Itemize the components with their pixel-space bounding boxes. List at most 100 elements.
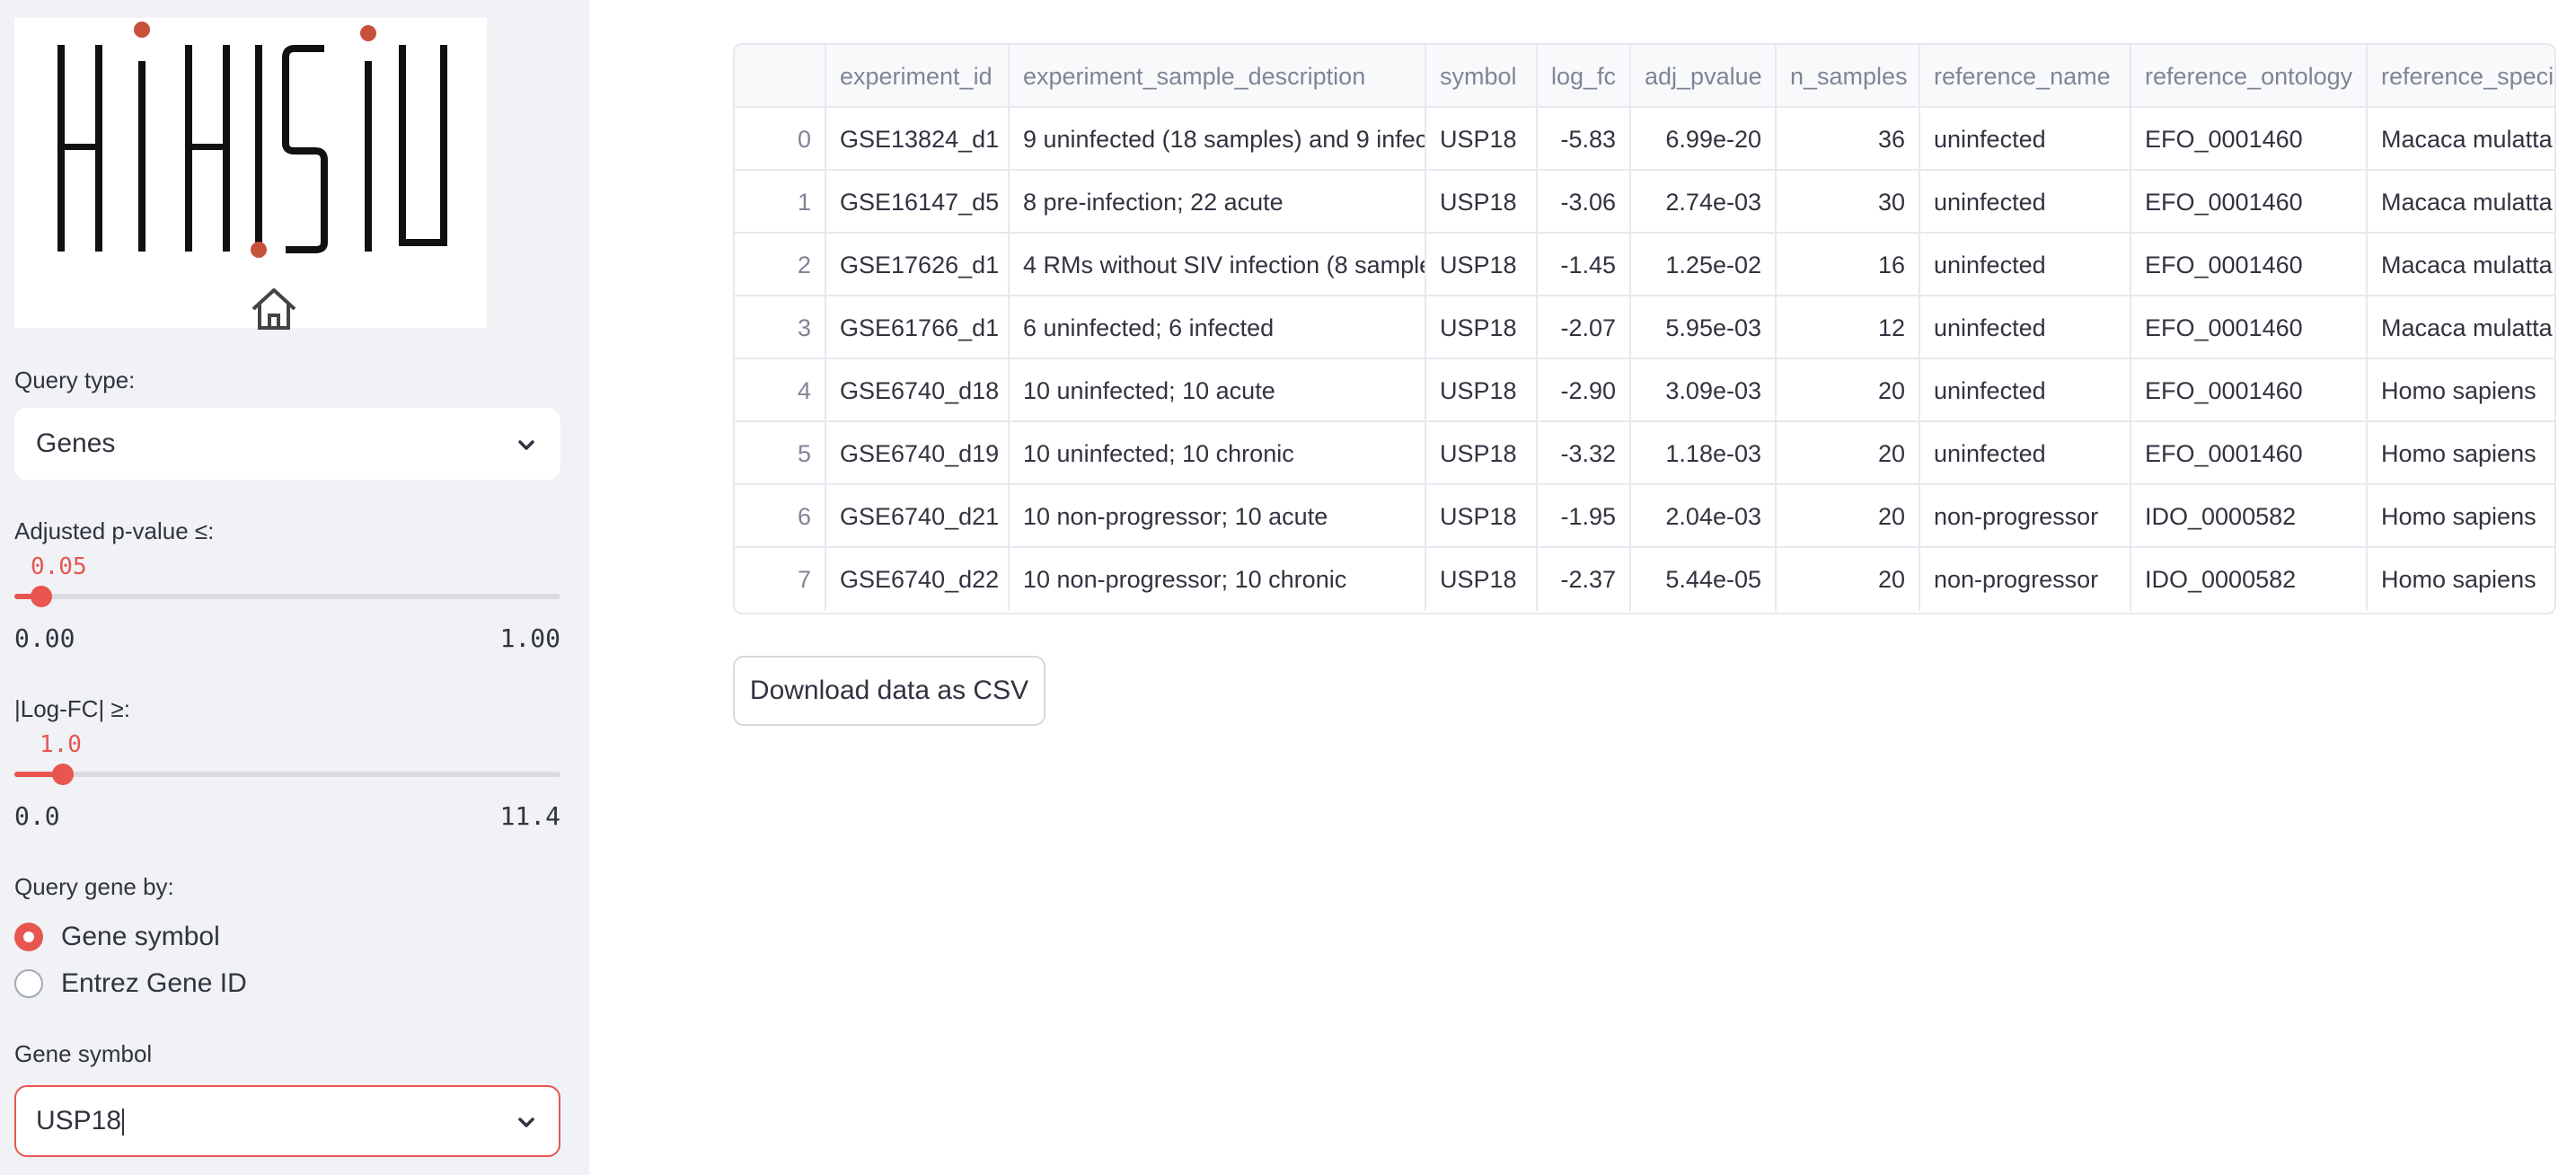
logfc-thumb[interactable]	[52, 764, 74, 785]
table-cell: 20	[1777, 485, 1920, 548]
download-csv-button[interactable]: Download data as CSV	[733, 656, 1045, 726]
table-cell: USP18	[1426, 359, 1538, 422]
table-cell: -3.06	[1538, 171, 1631, 234]
table-cell: Macaca mulatta	[2381, 314, 2553, 341]
table-cell: -1.95	[1538, 485, 1631, 548]
radio-gene-symbol[interactable]: Gene symbol	[14, 922, 220, 952]
column-header[interactable]: symbol	[1426, 45, 1538, 108]
pvalue-slider[interactable]: 0.05 0.00 1.00	[14, 550, 560, 653]
app-logo	[14, 18, 487, 330]
query-gene-by-label: Query gene by:	[14, 873, 174, 900]
logfc-min: 0.0	[14, 801, 60, 831]
table-row[interactable]: 6 GSE6740_d21 10 non-progressor; 10 acute U…	[735, 485, 2554, 548]
logfc-label: |Log-FC| ≥:	[14, 695, 130, 722]
gene-symbol-label: Gene symbol	[14, 1040, 153, 1067]
table-cell: EFO_0001460	[2131, 422, 2368, 485]
table-row[interactable]: 7 GSE6740_d22 10 non-progressor; 10 chroni…	[735, 548, 2554, 611]
table-cell: USP18	[1426, 485, 1538, 548]
column-header[interactable]: adj_pvalue	[1631, 45, 1777, 108]
table-cell: -1.45	[1538, 234, 1631, 296]
table-cell: -2.07	[1538, 296, 1631, 359]
home-icon[interactable]	[248, 286, 300, 332]
table-cell: EFO_0001460	[2131, 296, 2368, 359]
column-header[interactable]: experiment_sample_description	[1010, 45, 1426, 108]
table-cell: 4 RMs without SIV infection (8 samples	[1010, 234, 1426, 296]
table-cell: uninfected	[1920, 296, 2131, 359]
table-cell: Homo sapiens	[2381, 566, 2536, 593]
radio-gene-symbol-label: Gene symbol	[61, 922, 220, 951]
column-header[interactable]: n_samples	[1777, 45, 1920, 108]
logfc-current: 1.0	[40, 731, 82, 758]
table-cell: 20	[1777, 548, 1920, 611]
table-cell: 36	[1777, 108, 1920, 171]
hihisiv-logo-icon	[57, 22, 447, 258]
table-cell: 5.95e-03	[1631, 296, 1777, 359]
table-cell: USP18	[1426, 296, 1538, 359]
logfc-slider[interactable]: 1.0 0.0 11.4	[14, 728, 560, 831]
table-cell: uninfected	[1920, 171, 2131, 234]
logfc-track[interactable]	[14, 772, 560, 777]
table-cell: Homo sapiens	[2381, 440, 2536, 467]
query-type-value: Genes	[36, 428, 116, 458]
table-cell: GSE61766_d1	[826, 296, 1010, 359]
column-header[interactable]: reference_ontology	[2131, 45, 2368, 108]
table-row[interactable]: 5 GSE6740_d19 10 uninfected; 10 chronic USP…	[735, 422, 2554, 485]
table-cell: USP18	[1426, 108, 1538, 171]
table-row[interactable]: 2 GSE17626_d1 4 RMs without SIV infection …	[735, 234, 2554, 296]
pvalue-track[interactable]	[14, 594, 560, 599]
pvalue-min: 0.00	[14, 623, 75, 653]
column-header[interactable]	[735, 45, 826, 108]
table-row[interactable]: 3 GSE61766_d1 6 uninfected; 6 infected USP1…	[735, 296, 2554, 359]
pvalue-thumb[interactable]	[31, 586, 52, 607]
table-cell: uninfected	[1920, 234, 2131, 296]
table-cell: 16	[1777, 234, 1920, 296]
query-type-label: Query type:	[14, 367, 136, 393]
results-table[interactable]: experiment_id experiment_sample_descripti…	[733, 43, 2556, 614]
table-cell: 2.04e-03	[1631, 485, 1777, 548]
table-cell: uninfected	[1920, 359, 2131, 422]
table-cell: Macaca mulatta	[2381, 252, 2553, 278]
chevron-down-icon	[518, 440, 534, 450]
radio-entrez-gene-id[interactable]: Entrez Gene ID	[14, 968, 247, 999]
chevron-down-icon	[518, 1118, 534, 1127]
row-index: 6	[735, 485, 826, 548]
column-header[interactable]: reference_speci	[2368, 45, 2554, 108]
table-cell: Homo sapiens	[2381, 377, 2536, 404]
table-cell: -5.83	[1538, 108, 1631, 171]
table-cell: 10 non-progressor; 10 chronic	[1010, 548, 1426, 611]
table-cell: -3.32	[1538, 422, 1631, 485]
table-cell: IDO_0000582	[2131, 548, 2368, 611]
table-cell: Macaca mulatta	[2381, 126, 2553, 153]
row-index: 5	[735, 422, 826, 485]
table-cell: USP18	[1426, 171, 1538, 234]
pvalue-max: 1.00	[499, 623, 560, 653]
table-header-row[interactable]: experiment_id experiment_sample_descripti…	[735, 45, 2554, 108]
table-cell: -2.90	[1538, 359, 1631, 422]
column-header[interactable]: log_fc	[1538, 45, 1631, 108]
table-row[interactable]: 0 GSE13824_d1 9 uninfected (18 samples) an…	[735, 108, 2554, 171]
column-header[interactable]: reference_name	[1920, 45, 2131, 108]
table-cell: uninfected	[1920, 108, 2131, 171]
table-cell: 10 uninfected; 10 chronic	[1010, 422, 1426, 485]
table-cell: IDO_0000582	[2131, 485, 2368, 548]
row-index: 7	[735, 548, 826, 611]
column-header[interactable]: experiment_id	[826, 45, 1010, 108]
table-cell: 10 uninfected; 10 acute	[1010, 359, 1426, 422]
query-type-select[interactable]: Genes	[14, 408, 560, 480]
table-cell: non-progressor	[1920, 485, 2131, 548]
table-cell: 8 pre-infection; 22 acute	[1010, 171, 1426, 234]
sidebar: Query type: Genes Adjusted p-value ≤: 0.…	[0, 0, 589, 1175]
table-cell: GSE6740_d22	[826, 548, 1010, 611]
table-cell: 1.25e-02	[1631, 234, 1777, 296]
table-cell: GSE6740_d21	[826, 485, 1010, 548]
table-cell: 6.99e-20	[1631, 108, 1777, 171]
table-cell: 10 non-progressor; 10 acute	[1010, 485, 1426, 548]
table-cell: 2.74e-03	[1631, 171, 1777, 234]
table-cell: USP18	[1426, 548, 1538, 611]
gene-symbol-select[interactable]: USP18	[14, 1085, 560, 1157]
table-cell: 20	[1777, 359, 1920, 422]
table-cell: GSE17626_d1	[826, 234, 1010, 296]
table-row[interactable]: 4 GSE6740_d18 10 uninfected; 10 acute USP18…	[735, 359, 2554, 422]
table-row[interactable]: 1 GSE16147_d5 8 pre-infection; 22 acute USP…	[735, 171, 2554, 234]
pvalue-label: Adjusted p-value ≤:	[14, 517, 215, 544]
